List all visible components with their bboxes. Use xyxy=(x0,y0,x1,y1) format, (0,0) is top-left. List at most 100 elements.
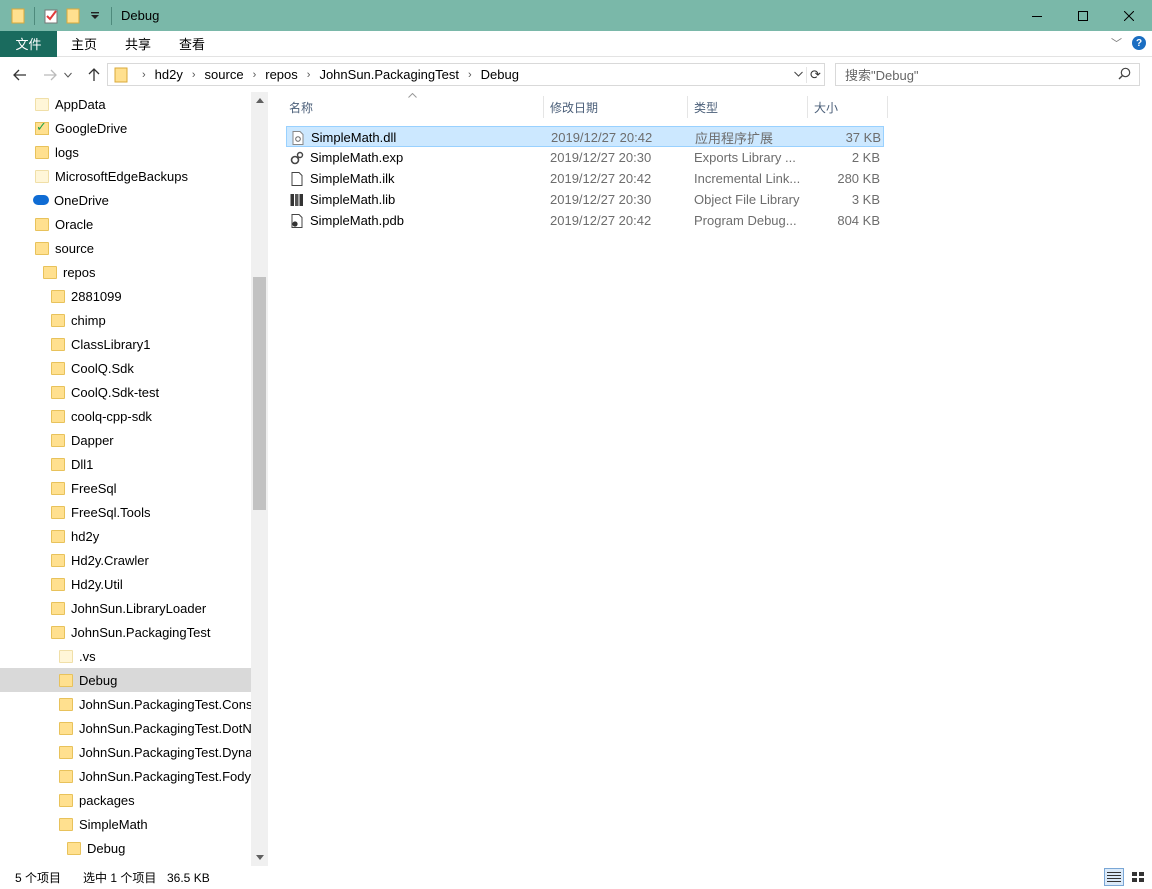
tree-item-label: Hd2y.Util xyxy=(71,576,123,592)
file-list[interactable]: 名称 修改日期 类型 大小 SimpleMath.dll 2019/12/27 … xyxy=(270,92,1152,866)
tree-item-label: Hd2y.Crawler xyxy=(71,552,149,568)
tree-item-libraryloader[interactable]: JohnSun.LibraryLoader xyxy=(0,596,251,620)
breadcrumb-packagingtest[interactable]: JohnSun.PackagingTest xyxy=(315,67,462,82)
breadcrumb-hd2y[interactable]: hd2y xyxy=(151,67,187,82)
breadcrumb-separator-icon[interactable]: › xyxy=(463,69,477,81)
ribbon-right-controls: ﹀ ? xyxy=(1111,35,1146,51)
onedrive-cloud-icon xyxy=(33,195,49,205)
file-row[interactable]: SimpleMath.dll 2019/12/27 20:42 应用程序扩展 3… xyxy=(286,126,884,147)
up-button[interactable] xyxy=(82,63,106,87)
tree-item-onedrive[interactable]: OneDrive xyxy=(0,188,251,212)
tree-item-label: JohnSun.PackagingTest.FodyCosturaCompres… xyxy=(79,768,251,784)
breadcrumb-debug[interactable]: Debug xyxy=(477,67,523,82)
folder-icon xyxy=(51,313,65,327)
file-row[interactable]: SimpleMath.exp 2019/12/27 20:30 Exports … xyxy=(286,147,884,168)
tree-item-packages[interactable]: packages xyxy=(0,788,251,812)
tree-item-coolq-cpp-sdk[interactable]: coolq-cpp-sdk xyxy=(0,404,251,428)
column-header-name[interactable]: 名称 xyxy=(283,96,544,118)
breadcrumb-separator-icon[interactable]: › xyxy=(302,69,316,81)
tree-item-repos[interactable]: repos xyxy=(0,260,251,284)
tree-item-source[interactable]: source xyxy=(0,236,251,260)
breadcrumb-repos[interactable]: repos xyxy=(261,67,302,82)
dll-file-icon xyxy=(291,130,305,145)
breadcrumb-separator-icon[interactable]: › xyxy=(248,69,262,81)
tree-item-vs[interactable]: .vs xyxy=(0,644,251,668)
tree-item-2881099[interactable]: 2881099 xyxy=(0,284,251,308)
minimize-button[interactable] xyxy=(1014,0,1060,31)
properties-icon[interactable] xyxy=(42,7,60,25)
tree-item-simplemath[interactable]: SimpleMath xyxy=(0,812,251,836)
tree-item-freesql[interactable]: FreeSql xyxy=(0,476,251,500)
address-bar[interactable]: › hd2y › source › repos › JohnSun.Packag… xyxy=(107,63,825,86)
tree-scrollbar[interactable] xyxy=(251,92,268,866)
tree-item-packagingtest-console[interactable]: JohnSun.PackagingTest.Console xyxy=(0,692,251,716)
scroll-up-icon[interactable] xyxy=(251,92,268,109)
folder-icon[interactable] xyxy=(9,7,27,25)
tab-share[interactable]: 共享 xyxy=(111,31,165,57)
file-name-cell: SimpleMath.exp xyxy=(290,147,540,168)
column-header-type[interactable]: 类型 xyxy=(688,96,808,118)
breadcrumb-separator-icon[interactable]: › xyxy=(137,69,151,81)
tree-item-packagingtest-dynamic[interactable]: JohnSun.PackagingTest.Dynamic xyxy=(0,740,251,764)
tree-item-freesql-tools[interactable]: FreeSql.Tools xyxy=(0,500,251,524)
tree-item-microsoftedgebackups[interactable]: MicrosoftEdgeBackups xyxy=(0,164,251,188)
tree-item-simplemath-debug[interactable]: Debug xyxy=(0,836,251,860)
breadcrumb-source[interactable]: source xyxy=(201,67,248,82)
forward-button[interactable] xyxy=(38,63,62,87)
file-size: 2 KB xyxy=(851,150,880,165)
file-date: 2019/12/27 20:42 xyxy=(550,213,652,228)
file-type: 应用程序扩展 xyxy=(695,131,774,146)
new-folder-icon[interactable] xyxy=(64,7,82,25)
tree-item-coolq-sdk[interactable]: CoolQ.Sdk xyxy=(0,356,251,380)
tab-view[interactable]: 查看 xyxy=(165,31,219,57)
folder-icon xyxy=(51,289,65,303)
tree-item-hd2y-crawler[interactable]: Hd2y.Crawler xyxy=(0,548,251,572)
file-row[interactable]: SimpleMath.ilk 2019/12/27 20:42 Incremen… xyxy=(286,168,884,189)
tree-item-packagingtest-dotnet[interactable]: JohnSun.PackagingTest.DotNet xyxy=(0,716,251,740)
navigation-pane[interactable]: AppData GoogleDrive logs MicrosoftEdgeBa… xyxy=(0,92,268,866)
refresh-icon[interactable]: ⟳ xyxy=(806,66,824,83)
tree-item-classlibrary1[interactable]: ClassLibrary1 xyxy=(0,332,251,356)
search-icon[interactable] xyxy=(1118,67,1131,83)
column-header-size[interactable]: 大小 xyxy=(808,96,888,118)
folder-icon xyxy=(59,673,73,687)
tree-item-logs[interactable]: logs xyxy=(0,140,251,164)
status-bar: 5 个项目 选中 1 个项目 36.5 KB xyxy=(0,866,1152,889)
breadcrumb-separator-icon[interactable]: › xyxy=(187,69,201,81)
expand-ribbon-chevron-icon[interactable]: ﹀ xyxy=(1111,35,1122,51)
tree-item-appdata[interactable]: AppData xyxy=(0,92,251,116)
details-view-icon[interactable] xyxy=(1104,868,1124,886)
tree-item-dapper[interactable]: Dapper xyxy=(0,428,251,452)
tree-item-hd2y[interactable]: hd2y xyxy=(0,524,251,548)
tree-item-packagingtest-fody[interactable]: JohnSun.PackagingTest.FodyCosturaCompres… xyxy=(0,764,251,788)
back-button[interactable] xyxy=(8,63,32,87)
file-row[interactable]: SimpleMath.pdb 2019/12/27 20:42 Program … xyxy=(286,210,884,231)
address-history-chevron-icon[interactable] xyxy=(790,69,806,80)
recent-locations-chevron-icon[interactable] xyxy=(61,63,75,87)
search-input[interactable]: 搜索"Debug" xyxy=(835,63,1140,86)
scroll-down-icon[interactable] xyxy=(251,849,268,866)
help-icon[interactable]: ? xyxy=(1132,36,1146,50)
maximize-button[interactable] xyxy=(1060,0,1106,31)
tab-home[interactable]: 主页 xyxy=(57,31,111,57)
tab-file[interactable]: 文件 xyxy=(0,30,57,57)
folder-icon xyxy=(51,577,65,591)
folder-icon xyxy=(51,529,65,543)
tree-item-hd2y-util[interactable]: Hd2y.Util xyxy=(0,572,251,596)
customize-toolbar-dropdown-icon[interactable] xyxy=(86,7,104,25)
tree-item-dll1[interactable]: Dll1 xyxy=(0,452,251,476)
column-header-date[interactable]: 修改日期 xyxy=(544,96,688,118)
tree-item-googledrive[interactable]: GoogleDrive xyxy=(0,116,251,140)
large-icons-view-icon[interactable] xyxy=(1128,868,1148,886)
folder-icon xyxy=(51,481,65,495)
tree-item-coolq-sdk-test[interactable]: CoolQ.Sdk-test xyxy=(0,380,251,404)
tree-item-packagingtest[interactable]: JohnSun.PackagingTest xyxy=(0,620,251,644)
status-item-count: 5 个项目 xyxy=(15,871,62,885)
tree-item-debug-selected[interactable]: Debug xyxy=(0,668,251,692)
close-button[interactable] xyxy=(1106,0,1152,31)
tree-item-chimp[interactable]: chimp xyxy=(0,308,251,332)
window-controls xyxy=(1014,0,1152,31)
tree-item-oracle[interactable]: Oracle xyxy=(0,212,251,236)
file-row[interactable]: SimpleMath.lib 2019/12/27 20:30 Object F… xyxy=(286,189,884,210)
scrollbar-thumb[interactable] xyxy=(253,277,266,510)
